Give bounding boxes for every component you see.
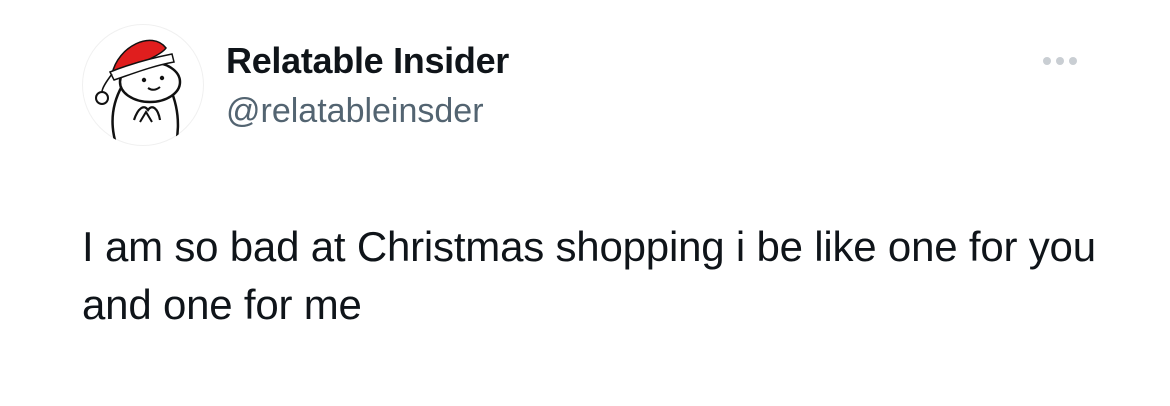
more-options-button[interactable] bbox=[1036, 46, 1084, 76]
author-display-name[interactable]: Relatable Insider bbox=[226, 40, 509, 82]
more-horizontal-icon-dot bbox=[1056, 57, 1064, 65]
tweet-card: Relatable Insider @relatableinsder I am … bbox=[0, 0, 1170, 406]
more-horizontal-icon-dot bbox=[1069, 57, 1077, 65]
more-horizontal-icon bbox=[1043, 57, 1051, 65]
author-handle[interactable]: @relatableinsder bbox=[226, 92, 484, 131]
santa-hat-character-icon bbox=[95, 39, 182, 145]
avatar[interactable] bbox=[82, 24, 204, 146]
tweet-text: I am so bad at Christmas shopping i be l… bbox=[82, 223, 1096, 328]
